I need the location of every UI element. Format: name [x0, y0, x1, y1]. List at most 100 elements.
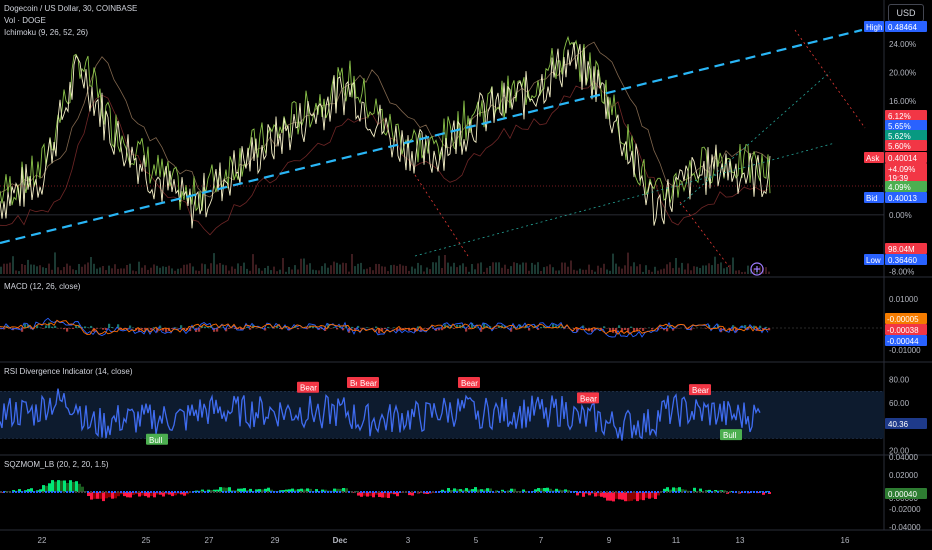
volume-bar [573, 269, 575, 274]
sqz-pane [0, 480, 771, 502]
sqz-dot [306, 491, 308, 493]
volume-bar [327, 267, 329, 274]
volume-bar [519, 264, 521, 274]
sqz-bar [654, 492, 657, 499]
sqz-dot [285, 491, 287, 493]
volume-bar [378, 264, 380, 274]
rsi-signal-label-4: Bear [461, 379, 478, 388]
macd-histogram-bar [393, 327, 396, 328]
sqz-dot [372, 491, 374, 493]
macd-histogram-bar [639, 328, 642, 330]
volume-bar [483, 271, 485, 274]
volume-bar [369, 267, 371, 274]
sqz-dot [225, 491, 227, 493]
volume-bar [15, 270, 17, 274]
sqz-dot [189, 491, 191, 493]
price-tag-value-1: 6.12% [888, 112, 911, 121]
sqz-dot [162, 491, 164, 493]
sqz-dot [381, 491, 383, 493]
macd-histogram-bar [150, 328, 153, 330]
rsi-signal-label-6: Bear [692, 386, 709, 395]
volume-bar [45, 268, 47, 274]
macd-histogram-bar [132, 327, 135, 328]
sqz-dot [222, 491, 224, 493]
sqz-dot [261, 491, 263, 493]
volume-bar [267, 265, 269, 274]
sqz-dot [705, 491, 707, 493]
sqz-bar [648, 492, 651, 499]
sqz-dot [45, 491, 47, 493]
trading-chart[interactable]: BullBearBearBearBearBearBearBull 24.00%2… [0, 0, 932, 550]
volume-bar [732, 257, 734, 274]
volume-bar [231, 266, 233, 274]
macd-histogram-bar [384, 328, 387, 329]
volume-bar [432, 262, 434, 274]
macd-histogram-bar [129, 325, 132, 328]
sqz-bar [612, 492, 615, 502]
macd-histogram-bar [87, 327, 90, 328]
volume-bar [435, 262, 437, 274]
time-axis: 22 25 27 29 Dec 3 5 7 9 11 13 16 [38, 536, 850, 545]
volume-bar [162, 266, 164, 274]
volume-bar [201, 263, 203, 274]
sqz-dot [9, 491, 11, 493]
volume-bar [618, 266, 620, 274]
volume-bar [453, 262, 455, 274]
volume-bar [534, 264, 536, 274]
time-axis-label-3: 29 [271, 536, 280, 545]
time-axis-label-5: 3 [406, 536, 411, 545]
volume-bar [426, 267, 428, 274]
volume-bar [603, 263, 605, 274]
sqz-bar [42, 485, 45, 492]
sqz-dot [594, 491, 596, 493]
volume-bar [402, 265, 404, 274]
macd-histogram-bar [54, 325, 57, 328]
volume-bar [330, 265, 332, 274]
sqz-dot [69, 491, 71, 493]
sqz-dot [270, 491, 272, 493]
sqz-dot [252, 491, 254, 493]
macd-histogram-bar [84, 326, 87, 328]
volume-bar [141, 267, 143, 274]
macd-histogram-bar [171, 328, 174, 329]
sqz-dot [216, 491, 218, 493]
sqz-dot [459, 491, 461, 493]
sqz-dot [492, 491, 494, 493]
volume-bar [477, 263, 479, 274]
sqz-dot [489, 491, 491, 493]
volume-bar [588, 264, 590, 274]
sqz-dot [552, 491, 554, 493]
sqz-dot [303, 491, 305, 493]
volume-bar [324, 263, 326, 274]
sqz-bar [90, 492, 93, 500]
sqz-dot [363, 491, 365, 493]
volume-bar [489, 266, 491, 274]
volume-bar [696, 266, 698, 274]
volume-bar [657, 270, 659, 274]
sqz-dot [648, 491, 650, 493]
sqz-dot [621, 491, 623, 493]
volume-bar [213, 253, 215, 274]
sqz-dot [540, 491, 542, 493]
volume-bar [105, 270, 107, 274]
volume-bar [759, 266, 761, 274]
sqz-dot [642, 491, 644, 493]
volume-bar [72, 269, 74, 274]
sqz-dot [90, 491, 92, 493]
volume-bar [537, 262, 539, 274]
macd-histogram-bar [297, 328, 300, 330]
sqz-dot [108, 491, 110, 493]
macd-histogram-bar [204, 326, 207, 328]
volume-bar [597, 265, 599, 274]
volume-bar [513, 262, 515, 274]
volume-bar [579, 268, 581, 274]
volume-bar [507, 268, 509, 274]
macd-histogram-bar [96, 328, 99, 329]
macd-histogram-bar [624, 328, 627, 330]
sqz-dot [447, 491, 449, 493]
sqz-dot [603, 491, 605, 493]
macd-signal-line [0, 319, 769, 335]
rsi-signal-label-5: Bear [580, 394, 597, 403]
macd-histogram-bar [102, 328, 105, 330]
volume-bar [498, 262, 500, 274]
